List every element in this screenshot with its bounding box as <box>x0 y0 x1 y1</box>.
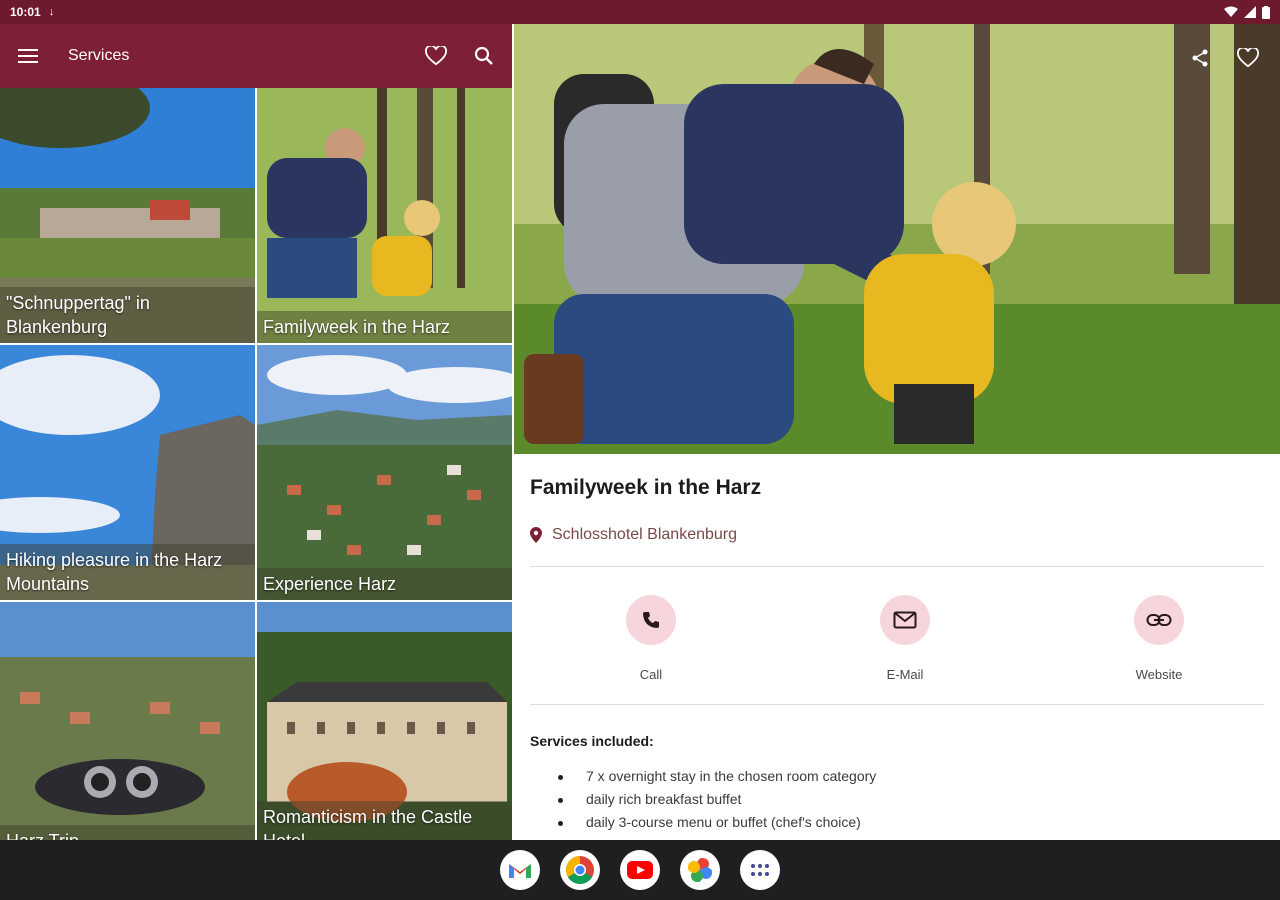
binoculars-view-image <box>0 602 255 840</box>
app-drawer-icon[interactable] <box>740 850 780 890</box>
app-bar-title: Services <box>68 47 130 64</box>
status-time: 10:01 <box>10 5 41 19</box>
tile-caption: Harz Trip <box>0 825 255 840</box>
call-button[interactable]: Call <box>626 595 676 682</box>
service-tile-familyweek[interactable]: Familyweek in the Harz <box>257 88 512 343</box>
signal-icon <box>1244 6 1256 18</box>
service-tile-hiking[interactable]: Hiking pleasure in the Harz Mountains <box>0 345 255 600</box>
service-tile-schnuppertag[interactable]: "Schnuppertag" in Blankenburg <box>0 88 255 343</box>
service-tile-harz-trip[interactable]: Harz Trip <box>0 602 255 840</box>
service-item: 7 x overnight stay in the chosen room ca… <box>558 765 1264 788</box>
location-link[interactable]: Schlosshotel Blankenburg <box>530 526 1264 544</box>
website-label: Website <box>1135 667 1183 682</box>
link-icon <box>1134 595 1184 645</box>
mail-icon <box>880 595 930 645</box>
share-icon[interactable] <box>1188 46 1212 70</box>
service-tile-romanticism[interactable]: Romanticism in the Castle Hotel <box>257 602 512 840</box>
services-list: 7 x overnight stay in the chosen room ca… <box>530 765 1264 834</box>
tile-caption: Familyweek in the Harz <box>257 311 512 343</box>
battery-icon <box>1262 5 1270 19</box>
location-text: Schlosshotel Blankenburg <box>552 526 738 543</box>
chrome-icon[interactable] <box>560 850 600 890</box>
photos-icon[interactable] <box>680 850 720 890</box>
tile-caption: Experience Harz <box>257 568 512 600</box>
detail-hero-image <box>514 24 1280 454</box>
download-icon: ↓ <box>48 6 55 18</box>
service-detail-pane: Familyweek in the Harz Schlosshotel Blan… <box>514 24 1280 840</box>
harz-valley-image <box>257 345 512 600</box>
location-pin-icon <box>530 527 542 543</box>
contact-actions: Call E-Mail Website <box>530 567 1264 698</box>
favorites-heart-icon[interactable] <box>424 44 448 68</box>
app-bar: Services <box>0 24 512 88</box>
divider <box>530 704 1264 705</box>
status-bar: 10:01 ↓ <box>0 0 1280 24</box>
email-button[interactable]: E-Mail <box>880 595 930 682</box>
services-grid: "Schnuppertag" in Blankenburg Familyweek… <box>0 88 512 840</box>
services-heading: Services included: <box>530 733 654 749</box>
taskbar <box>0 840 1280 900</box>
call-label: Call <box>639 667 663 682</box>
tile-caption: Romanticism in the Castle Hotel <box>257 801 512 840</box>
tile-caption: Hiking pleasure in the Harz Mountains <box>0 544 255 600</box>
phone-icon <box>626 595 676 645</box>
menu-icon[interactable] <box>16 44 40 68</box>
gmail-icon[interactable] <box>500 850 540 890</box>
detail-title: Familyweek in the Harz <box>530 476 762 499</box>
favorite-heart-icon[interactable] <box>1236 46 1260 70</box>
service-item: daily rich breakfast buffet <box>558 788 1264 811</box>
search-icon[interactable] <box>472 44 496 68</box>
service-tile-experience-harz[interactable]: Experience Harz <box>257 345 512 600</box>
website-button[interactable]: Website <box>1134 595 1184 682</box>
wifi-icon <box>1224 6 1238 17</box>
tile-caption: "Schnuppertag" in Blankenburg <box>0 287 255 343</box>
services-list-pane: Services "Schnuppertag" in Blankenburg F… <box>0 24 512 840</box>
family-forest-hero-image <box>514 24 1280 454</box>
detail-content: Familyweek in the Harz Schlosshotel Blan… <box>514 476 1280 834</box>
service-item: daily 3-course menu or buffet (chef's ch… <box>558 811 1264 834</box>
email-label: E-Mail <box>886 667 924 682</box>
family-forest-image <box>257 88 512 343</box>
youtube-icon[interactable] <box>620 850 660 890</box>
